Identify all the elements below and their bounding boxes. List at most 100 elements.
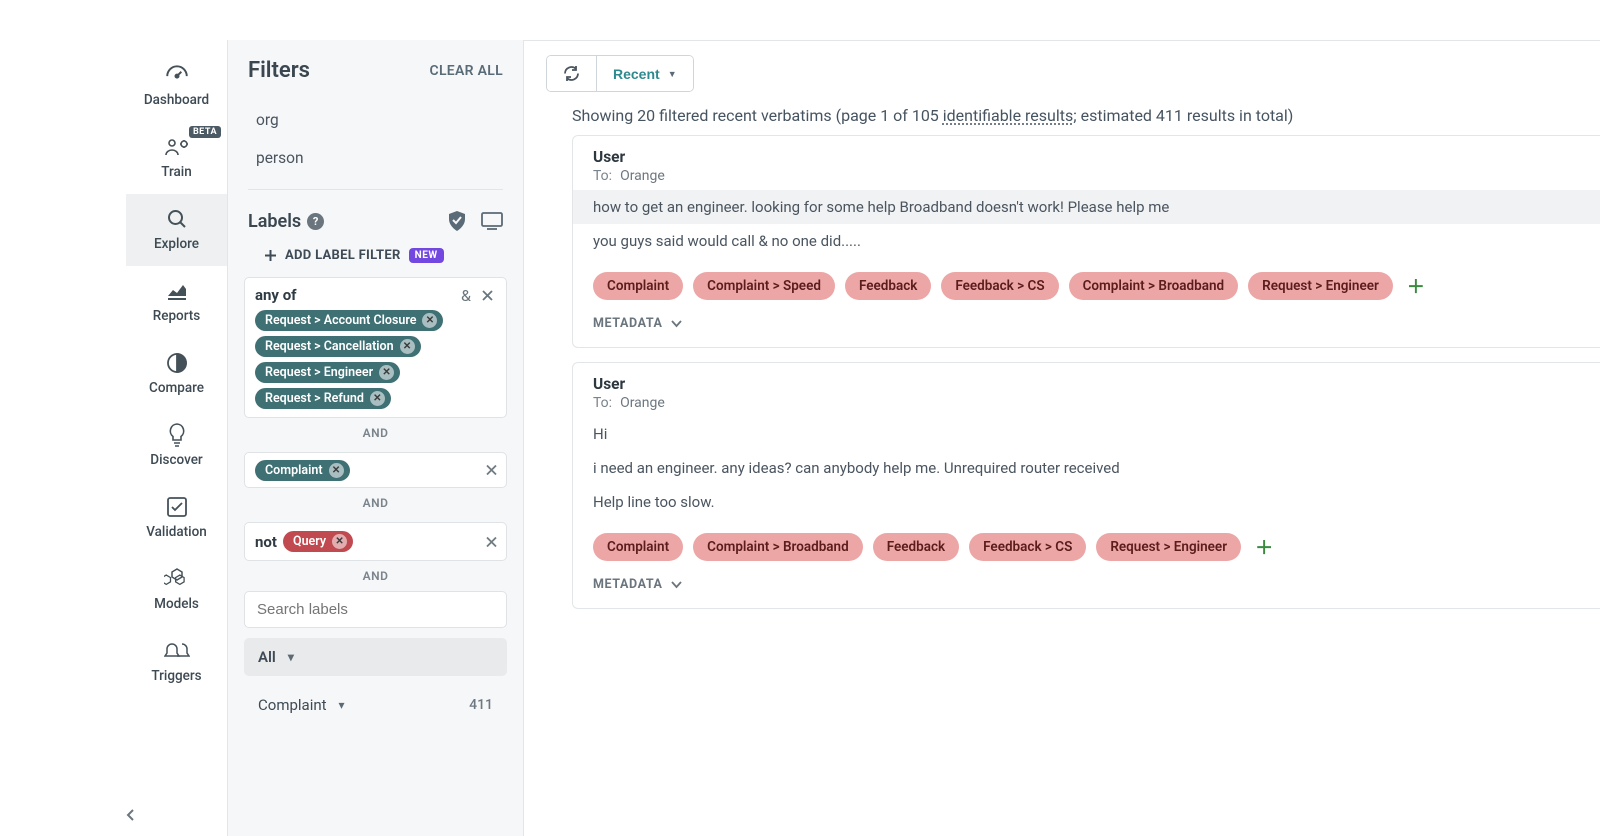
identifiable-results-link[interactable]: identifiable results <box>943 106 1073 125</box>
filter-chip[interactable]: Complaint✕ <box>255 460 350 481</box>
chevron-down-icon <box>671 581 682 589</box>
recent-label: Recent <box>613 66 660 82</box>
filter-chip[interactable]: Query✕ <box>283 531 353 552</box>
toolbar-button-group: Recent ▼ <box>546 55 694 92</box>
plus-icon <box>264 249 277 262</box>
nav-label: Train <box>161 164 192 180</box>
nav-validation[interactable]: Validation <box>126 482 227 554</box>
complaint-row-label: Complaint <box>258 696 327 714</box>
card-user: User <box>593 375 1580 393</box>
nav-label: Discover <box>150 452 202 468</box>
filter-chip[interactable]: Request > Cancellation✕ <box>255 336 421 357</box>
nav-compare[interactable]: Compare <box>126 338 227 410</box>
label-tag[interactable]: Feedback > CS <box>969 533 1086 561</box>
nav-models[interactable]: Models <box>126 554 227 626</box>
nav-triggers[interactable]: Triggers <box>126 626 227 698</box>
card-to: To:Orange <box>593 168 1580 184</box>
filter-group-anyof: any of Request > Account Closure✕ Request… <box>244 277 507 418</box>
clear-all-button[interactable]: CLEAR ALL <box>429 63 503 79</box>
chevron-down-icon: ▾ <box>339 698 345 712</box>
refresh-button[interactable] <box>547 56 597 91</box>
filter-chip[interactable]: Request > Engineer✕ <box>255 362 400 383</box>
new-badge: NEW <box>409 248 444 263</box>
remove-chip-icon[interactable]: ✕ <box>370 391 385 406</box>
nav-label: Explore <box>154 236 199 252</box>
nav-label: Models <box>154 596 199 612</box>
remove-chip-icon[interactable]: ✕ <box>332 534 347 549</box>
nav-label: Compare <box>149 380 204 396</box>
help-icon[interactable]: ? <box>307 213 324 230</box>
label-tag[interactable]: Complaint > Broadband <box>1069 272 1239 300</box>
sort-recent-dropdown[interactable]: Recent ▼ <box>597 56 693 91</box>
label-tag[interactable]: Request > Engineer <box>1096 533 1241 561</box>
results-summary: Showing 20 filtered recent verbatims (pa… <box>524 106 1600 135</box>
card-to: To:Orange <box>593 395 1580 411</box>
filter-chip[interactable]: Request > Account Closure✕ <box>255 310 443 331</box>
nav-explore[interactable]: Explore <box>126 194 227 266</box>
label-tag[interactable]: Feedback > CS <box>941 272 1058 300</box>
message-line: Help line too slow. <box>573 485 1600 519</box>
label-tag[interactable]: Complaint > Speed <box>693 272 835 300</box>
monitor-icon[interactable] <box>481 212 503 230</box>
label-tag[interactable]: Feedback <box>873 533 959 561</box>
add-tag-button[interactable]: ＋ <box>1403 273 1429 299</box>
collapse-sidebar-button[interactable] <box>126 794 227 836</box>
users-gear-icon <box>164 134 190 160</box>
message-line: you guys said would call & no one did...… <box>573 224 1600 258</box>
shield-check-icon[interactable] <box>447 210 467 232</box>
remove-chip-icon[interactable]: ✕ <box>329 463 344 478</box>
remove-chip-icon[interactable]: ✕ <box>379 365 394 380</box>
label-tag[interactable]: Complaint <box>593 272 683 300</box>
and-operator-button[interactable]: & <box>461 286 471 305</box>
all-label: All <box>258 648 276 666</box>
and-separator: AND <box>228 418 523 448</box>
nav-label: Reports <box>153 308 201 324</box>
filter-group-not: not Query✕ <box>244 522 507 561</box>
divider <box>248 189 503 190</box>
message-line: how to get an engineer. looking for some… <box>573 190 1600 224</box>
remove-group-button[interactable] <box>485 535 498 548</box>
filter-field-person[interactable]: person <box>228 139 523 177</box>
caret-down-icon: ▼ <box>668 69 677 79</box>
label-tag[interactable]: Feedback <box>845 272 931 300</box>
label-tag[interactable]: Request > Engineer <box>1248 272 1393 300</box>
main-panel: Recent ▼ Showing 20 filtered recent verb… <box>524 40 1600 836</box>
beta-badge: BETA <box>189 126 221 138</box>
lightbulb-icon <box>164 422 190 448</box>
labels-title-text: Labels <box>248 211 301 232</box>
label-tag[interactable]: Complaint <box>593 533 683 561</box>
nav-discover[interactable]: Discover <box>126 410 227 482</box>
checkbox-icon <box>164 494 190 520</box>
and-separator: AND <box>228 488 523 518</box>
nav-label: Dashboard <box>144 92 209 108</box>
nav-train[interactable]: BETA Train <box>126 122 227 194</box>
chevron-down-icon <box>671 320 682 328</box>
anyof-label: any of <box>255 286 455 304</box>
remove-chip-icon[interactable]: ✕ <box>400 339 415 354</box>
remove-group-button[interactable] <box>485 464 498 477</box>
cubes-icon <box>164 566 190 592</box>
bells-icon <box>164 638 190 664</box>
label-all-row[interactable]: All▾ <box>244 638 507 676</box>
message-line: Hi <box>573 417 1600 451</box>
label-complaint-row[interactable]: Complaint▾ 411 <box>244 686 507 724</box>
add-tag-button[interactable]: ＋ <box>1251 534 1277 560</box>
metadata-toggle[interactable]: METADATA <box>573 306 1600 347</box>
nav-label: Validation <box>146 524 207 540</box>
add-label-filter-button[interactable]: ADD LABEL FILTER NEW <box>228 238 523 273</box>
filters-title: Filters <box>248 58 310 83</box>
search-labels-input[interactable] <box>244 591 507 628</box>
filter-field-org[interactable]: org <box>228 101 523 139</box>
add-label-filter-text: ADD LABEL FILTER <box>285 248 401 263</box>
filter-group-complaint: Complaint✕ <box>244 452 507 488</box>
nav-reports[interactable]: Reports <box>126 266 227 338</box>
nav-label: Triggers <box>151 668 201 684</box>
gauge-icon <box>164 62 190 88</box>
chart-area-icon <box>164 278 190 304</box>
metadata-toggle[interactable]: METADATA <box>573 567 1600 608</box>
remove-chip-icon[interactable]: ✕ <box>422 313 437 328</box>
nav-dashboard[interactable]: Dashboard <box>126 50 227 122</box>
label-tag[interactable]: Complaint > Broadband <box>693 533 863 561</box>
remove-group-button[interactable] <box>481 289 494 302</box>
filter-chip[interactable]: Request > Refund✕ <box>255 388 391 409</box>
